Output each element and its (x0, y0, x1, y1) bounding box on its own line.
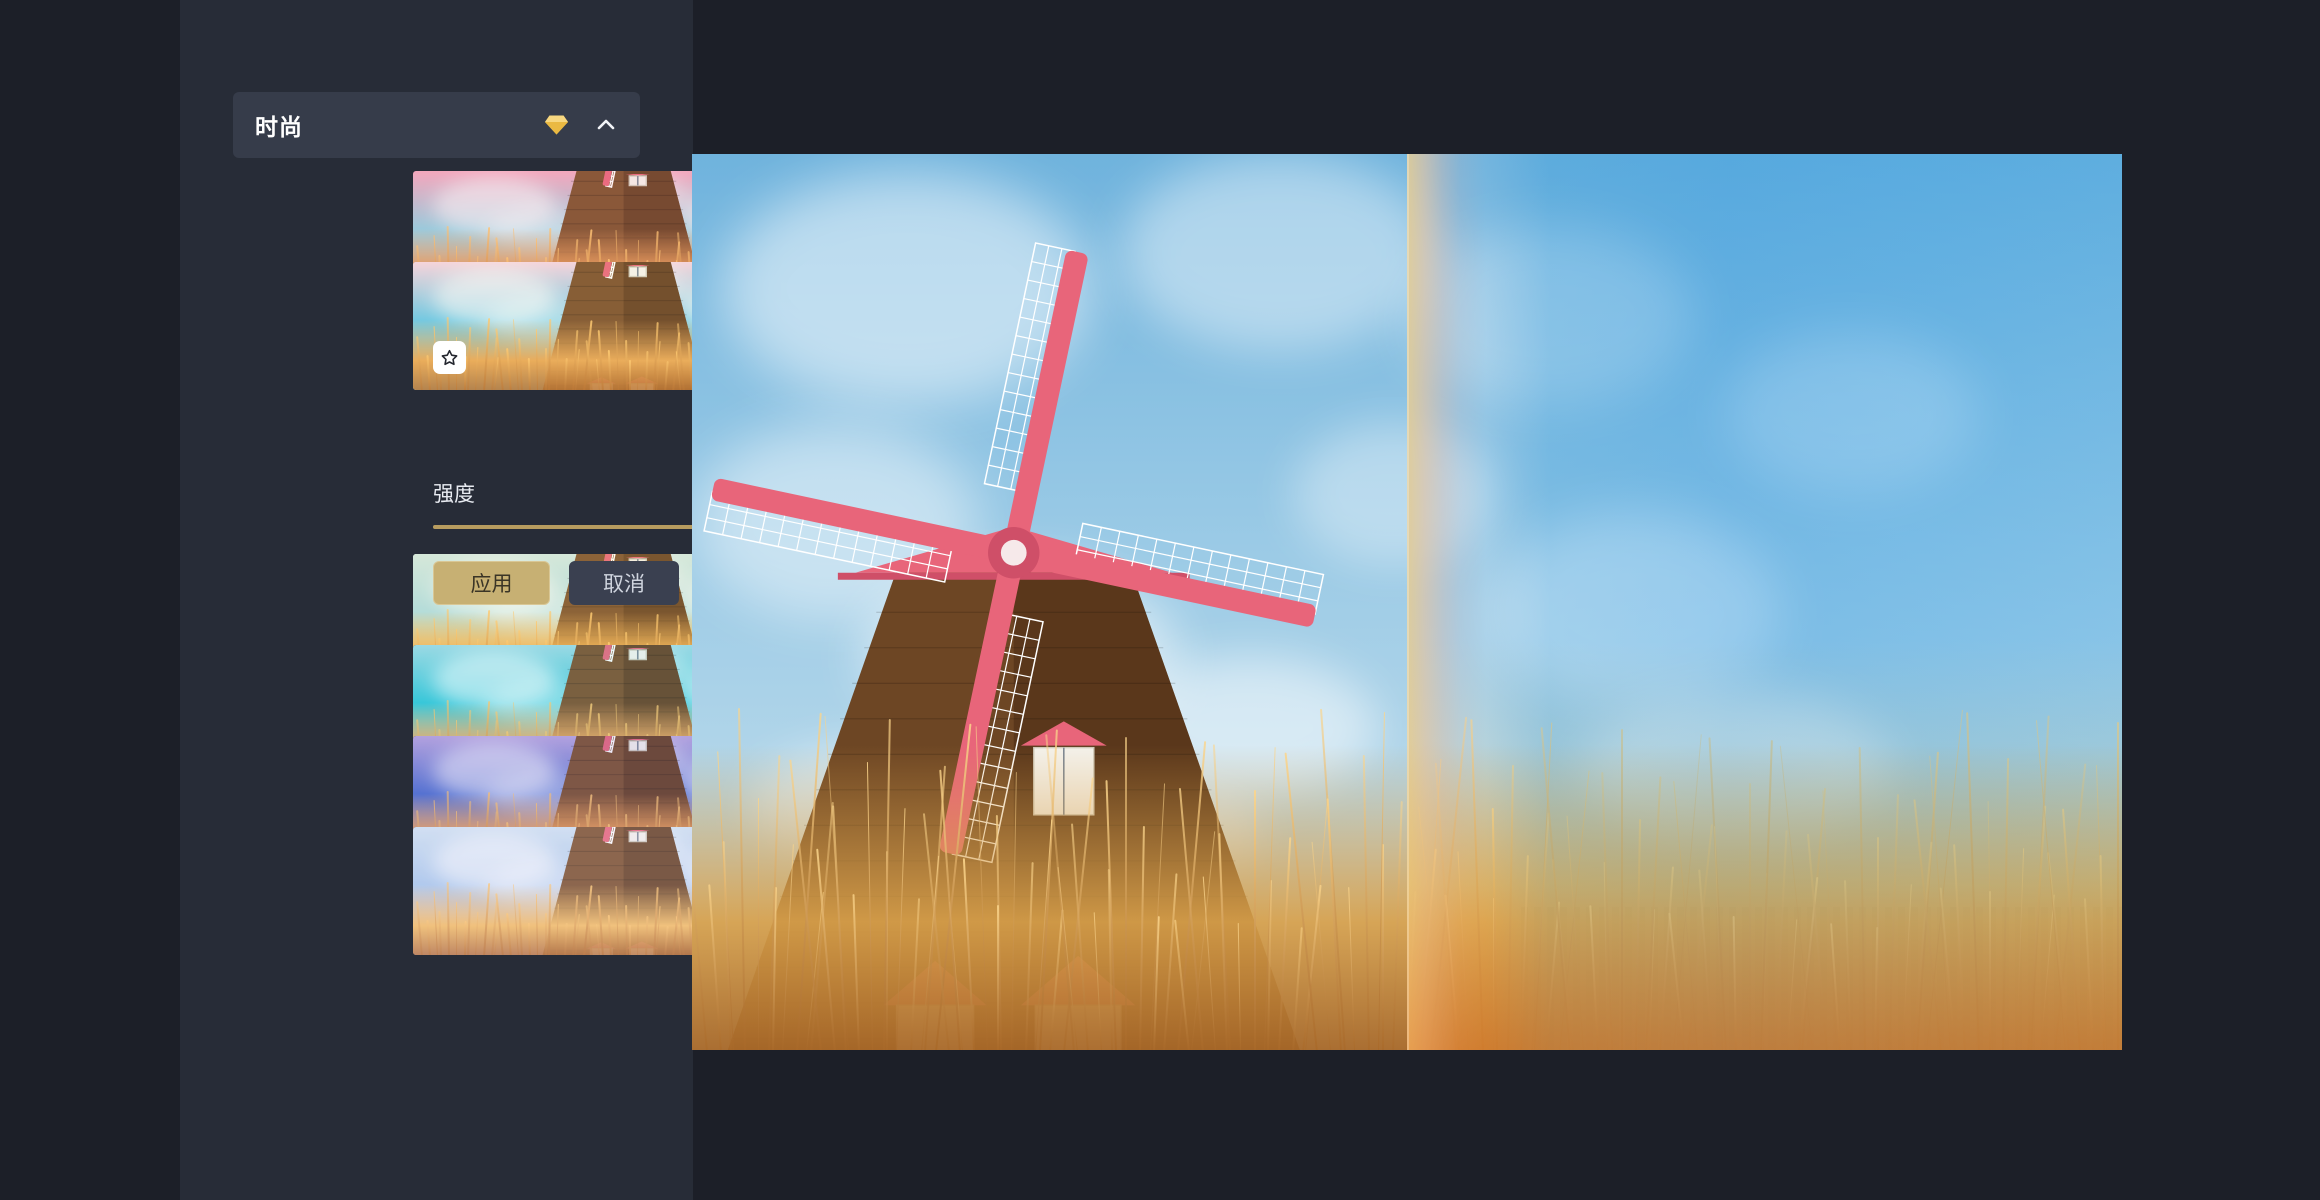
star-icon (441, 349, 458, 366)
editor-root: 时尚 Warped 强度 100 % (0, 0, 2320, 1200)
diamond-gem-icon[interactable] (544, 114, 569, 136)
page-title: 时尚 (255, 114, 303, 140)
apply-button[interactable]: 应用 (433, 561, 550, 605)
filter-category-header[interactable]: 时尚 (233, 92, 640, 158)
before-after-split-line[interactable] (1407, 154, 1409, 1050)
cancel-button[interactable]: 取消 (569, 561, 679, 605)
chevron-up-icon[interactable] (594, 113, 618, 137)
favorite-star-button[interactable] (433, 341, 466, 374)
filter-sidebar: 时尚 Warped 强度 100 % (180, 0, 818, 1200)
image-preview-canvas[interactable] (692, 154, 2122, 1050)
action-button-row: 应用 取消 (433, 561, 679, 605)
strength-label: 强度 (433, 483, 475, 506)
